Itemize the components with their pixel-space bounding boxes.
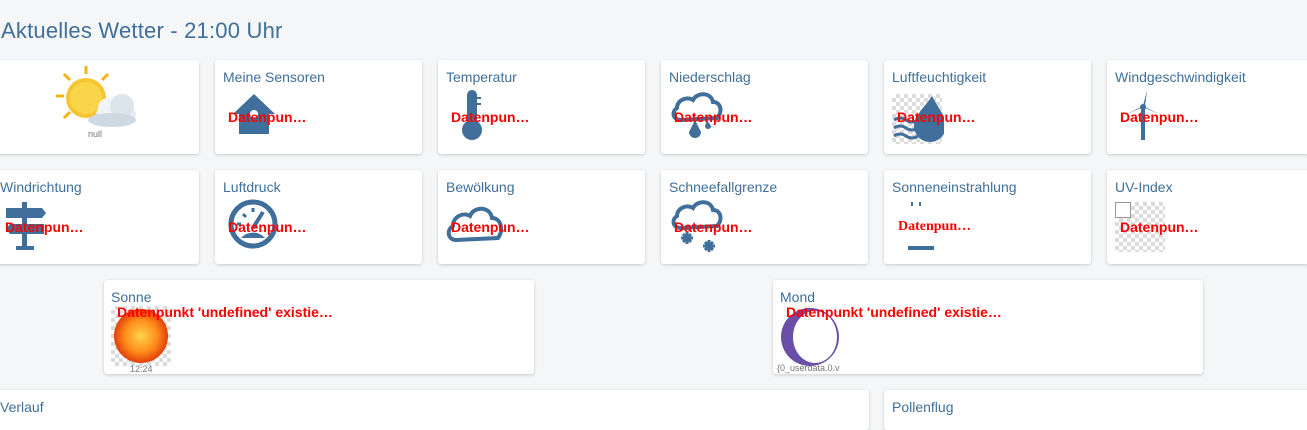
card-sonne[interactable]: Sonne 12:24 Datenpunkt 'undefined' exist…: [104, 280, 534, 374]
card-windgeschwindigkeit[interactable]: Windgeschwindigkeit Datenpun…: [1107, 60, 1307, 154]
card-title: Windgeschwindigkeit: [1115, 69, 1246, 85]
moon-caption: {0_userdata.0.v: [777, 363, 840, 373]
card-mond[interactable]: Mond {0_userdata.0.v Datenpunkt 'undefin…: [773, 280, 1203, 374]
card-title: Bewölkung: [446, 179, 515, 195]
card-verlauf[interactable]: Verlauf: [0, 390, 869, 430]
card-title: Temperatur: [446, 69, 517, 85]
value-error: Datenpun…: [1120, 109, 1199, 125]
card-title: Schneefallgrenze: [669, 179, 778, 195]
value-error: Datenpun…: [5, 219, 84, 235]
card-sonneneinstrahlung[interactable]: Sonneneinstrahlung Datenpun…: [884, 170, 1091, 264]
card-title: Luftdruck: [223, 179, 281, 195]
card-title: Sonne: [111, 289, 152, 305]
card-title: Luftfeuchtigkeit: [892, 69, 987, 85]
weather-icon-caption: null: [88, 129, 103, 139]
value-error: Datenpun…: [674, 109, 753, 125]
value-error: Datenpun…: [451, 109, 530, 125]
broken-image-frame: [1115, 202, 1131, 218]
card-luftdruck[interactable]: Luftdruck Datenpun…: [215, 170, 422, 264]
card-title: Niederschlag: [669, 69, 751, 85]
card-meine-sensoren[interactable]: Meine Sensoren Datenpun…: [215, 60, 422, 154]
card-windrichtung[interactable]: Windrichtung Datenpun…: [0, 170, 199, 264]
card-bewoelkung[interactable]: Bewölkung Datenpun…: [438, 170, 645, 264]
value-error: Datenpunkt 'undefined' existie…: [786, 304, 1002, 320]
card-title: Verlauf: [0, 399, 44, 415]
card-niederschlag[interactable]: Niederschlag Datenpun…: [661, 60, 868, 154]
value-error: Datenpun…: [451, 219, 530, 235]
card-title: UV-Index: [1115, 179, 1173, 195]
page-title: Aktuelles Wetter - 21:00 Uhr: [1, 18, 283, 43]
card-uv-index[interactable]: UV-Index Datenpun…: [1107, 170, 1307, 264]
card-title: Meine Sensoren: [223, 69, 325, 85]
value-error: Datenpun…: [1120, 219, 1199, 235]
value-error: Datenpun…: [897, 109, 976, 125]
value-error: Datenpun…: [898, 219, 972, 234]
value-error: Datenpunkt 'undefined' existie…: [117, 304, 333, 320]
card-schneefallgrenze[interactable]: Schneefallgrenze Datenpun…: [661, 170, 868, 264]
card-temperatur[interactable]: Temperatur Datenpun…: [438, 60, 645, 154]
value-error: Datenpun…: [674, 219, 753, 235]
card-title: Mond: [780, 289, 816, 305]
card-title: Windrichtung: [0, 179, 82, 195]
sun-time: 12:24: [130, 364, 153, 374]
weather-icon-card[interactable]: null: [0, 60, 199, 154]
card-title: Sonneneinstrahlung: [892, 179, 1017, 195]
sun-cloud-icon: [56, 66, 136, 127]
card-title: Pollenflug: [892, 399, 954, 415]
card-pollenflug[interactable]: Pollenflug: [884, 390, 1307, 430]
value-error: Datenpun…: [228, 109, 307, 125]
card-luftfeuchtigkeit[interactable]: Luftfeuchtigkeit Datenpun…: [884, 60, 1091, 154]
value-error: Datenpun…: [228, 219, 307, 235]
